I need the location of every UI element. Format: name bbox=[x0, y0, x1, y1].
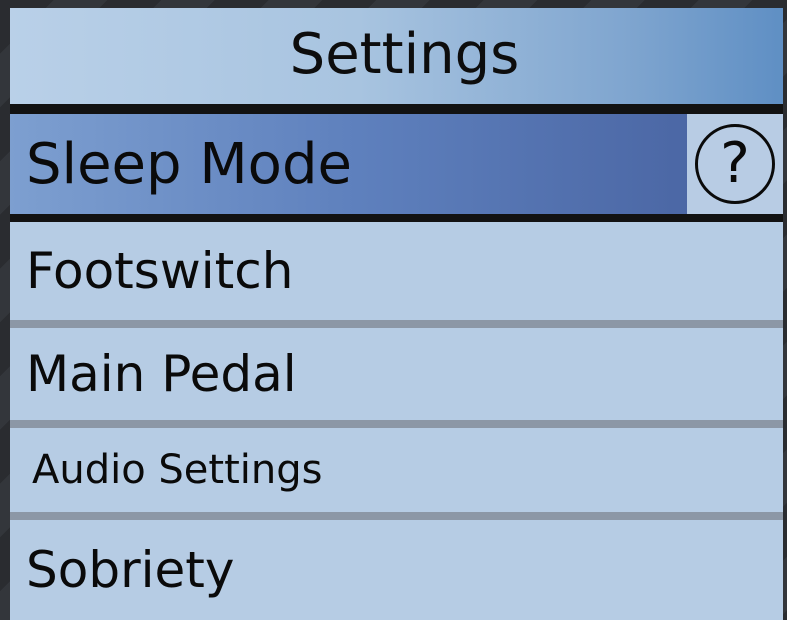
menu-item-label: Sobriety bbox=[26, 541, 235, 599]
settings-panel: Settings Sleep Mode ? Footswitch Main Pe… bbox=[10, 8, 783, 620]
row-separator bbox=[10, 420, 783, 428]
menu-item-label: Audio Settings bbox=[32, 447, 323, 493]
menu-item-main-pedal[interactable]: Main Pedal bbox=[10, 328, 783, 420]
row-separator bbox=[10, 512, 783, 520]
menu-item-label: Sleep Mode bbox=[26, 131, 352, 197]
help-button[interactable]: ? bbox=[687, 114, 783, 214]
menu-item-sobriety[interactable]: Sobriety bbox=[10, 520, 783, 620]
help-glyph: ? bbox=[720, 131, 750, 196]
menu-item-label: Main Pedal bbox=[26, 345, 297, 403]
settings-header: Settings bbox=[10, 8, 783, 104]
question-circle-icon: ? bbox=[695, 124, 775, 204]
row-separator bbox=[10, 320, 783, 328]
menu-item-footswitch[interactable]: Footswitch bbox=[10, 222, 783, 320]
menu-item-label: Footswitch bbox=[26, 242, 294, 300]
header-divider bbox=[10, 104, 783, 114]
selected-divider bbox=[10, 214, 783, 222]
menu-item-sleep-mode[interactable]: Sleep Mode ? bbox=[10, 114, 783, 214]
menu-item-audio-settings[interactable]: Audio Settings bbox=[10, 428, 783, 512]
page-title: Settings bbox=[289, 21, 520, 87]
